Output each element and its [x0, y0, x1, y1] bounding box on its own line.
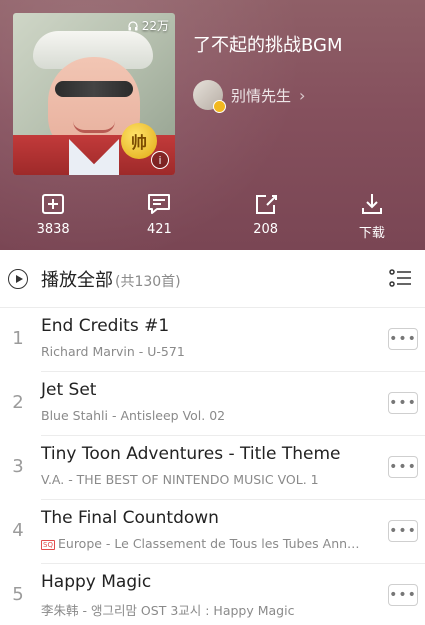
song-title: Jet Set: [41, 380, 97, 400]
song-meta: 李朱韩 - 앵그리맘 OST 3교시 : Happy Magic: [41, 603, 295, 618]
sq-badge: SQ: [41, 539, 55, 550]
download-label: 下载: [358, 226, 385, 241]
chevron-right-icon: ›: [299, 85, 306, 105]
song-row[interactable]: 2 Jet Set Blue Stahli - Antisleep Vol. 0…: [0, 372, 425, 436]
play-all-icon[interactable]: [8, 269, 28, 289]
song-title: Tiny Toon Adventures - Title Theme: [41, 444, 341, 464]
comment-count: 421: [146, 222, 172, 237]
info-icon[interactable]: i: [151, 151, 169, 169]
play-all[interactable]: 播放全部 (共130首): [41, 266, 181, 292]
action-bar: 3838 421 208 下载: [0, 190, 425, 250]
song-index: 5: [12, 584, 24, 605]
song-row[interactable]: 4 The Final Countdown SQ Europe - Le Clas…: [0, 500, 425, 564]
song-title: The Final Countdown: [41, 508, 219, 528]
song-meta-text: Europe - Le Classement de Tous les Tubes…: [58, 536, 360, 551]
song-row[interactable]: 3 Tiny Toon Adventures - Title Theme V.A…: [0, 436, 425, 500]
cover-glasses: [55, 81, 133, 97]
creator-link[interactable]: 别情先生 ›: [193, 80, 306, 113]
headphone-icon: [128, 20, 138, 30]
more-options-button[interactable]: •••: [388, 328, 418, 350]
vip-crown-icon: [213, 100, 226, 113]
download-button[interactable]: 下载: [337, 190, 407, 250]
share-icon: [255, 195, 277, 214]
list-mode-icon[interactable]: [389, 268, 413, 288]
playlist-title: 了不起的挑战BGM: [193, 35, 343, 56]
song-title: Happy Magic: [41, 572, 152, 592]
creator-name: 别情先生: [231, 86, 292, 105]
song-meta: Richard Marvin - U-571: [41, 344, 185, 359]
avatar: [193, 80, 226, 113]
song-index: 4: [12, 520, 24, 541]
song-count: (共130首): [115, 274, 181, 290]
play-all-label: 播放全部: [41, 270, 113, 291]
song-row[interactable]: 5 Happy Magic 李朱韩 - 앵그리맘 OST 3교시 : Happy…: [0, 564, 425, 625]
play-count-value: 22万: [141, 19, 169, 33]
play-all-bar[interactable]: 播放全部 (共130首): [0, 250, 425, 308]
share-count: 208: [253, 222, 279, 237]
more-options-button[interactable]: •••: [388, 392, 418, 414]
more-options-button[interactable]: •••: [388, 520, 418, 542]
download-icon: [361, 194, 382, 214]
song-row[interactable]: 1 End Credits #1 Richard Marvin - U-571 …: [0, 308, 425, 372]
play-count: 22万: [127, 17, 169, 34]
share-button[interactable]: 208: [231, 190, 301, 250]
song-index: 1: [12, 328, 24, 349]
more-options-button[interactable]: •••: [388, 456, 418, 478]
collect-icon: [42, 194, 65, 214]
song-meta: Blue Stahli - Antisleep Vol. 02: [41, 408, 226, 423]
song-meta: V.A. - THE BEST OF NINTENDO MUSIC VOL. 1: [41, 472, 319, 487]
comment-icon: [148, 194, 171, 214]
cover-badge: 帅: [121, 123, 157, 159]
song-index: 3: [12, 456, 24, 477]
song-meta: SQ Europe - Le Classement de Tous les Tub…: [41, 536, 375, 551]
song-title: End Credits #1: [41, 316, 170, 336]
song-index: 2: [12, 392, 24, 413]
comment-button[interactable]: 421: [124, 190, 194, 250]
more-options-button[interactable]: •••: [388, 584, 418, 606]
collect-button[interactable]: 3838: [18, 190, 88, 250]
cover-smile: [73, 121, 115, 133]
playlist-cover[interactable]: 帅 22万 i: [13, 13, 175, 175]
collect-count: 3838: [36, 222, 70, 237]
playlist-header: 帅 22万 i 了不起的挑战BGM 别情先生 › 3838 421 208 下载: [0, 0, 425, 250]
